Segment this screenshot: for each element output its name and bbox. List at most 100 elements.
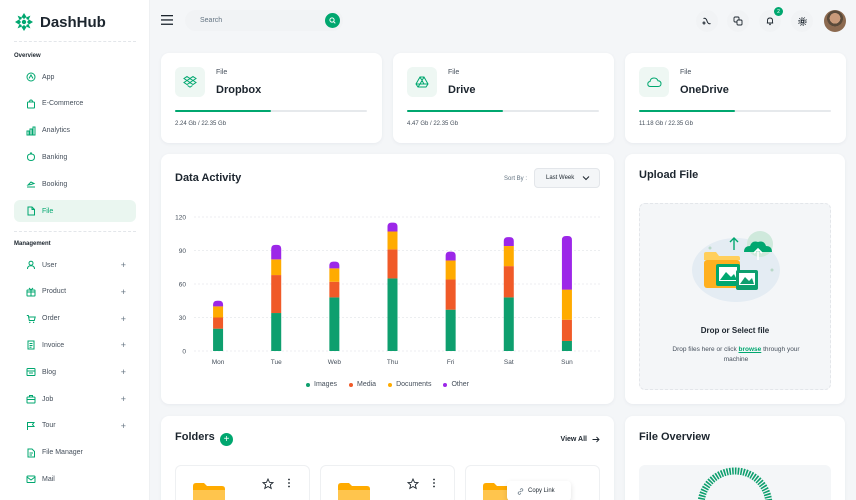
storage-progress	[407, 110, 599, 112]
expand-icon[interactable]: +	[121, 340, 126, 350]
legend-item: Media	[348, 381, 376, 388]
translate-button[interactable]	[696, 10, 718, 32]
storage-label: File	[680, 69, 692, 76]
onedrive-icon	[639, 67, 669, 97]
sidebar-item-banking[interactable]: Banking	[14, 146, 136, 168]
section-title-overview: Overview	[14, 53, 41, 59]
app-name: DashHub	[40, 13, 106, 31]
legend-label: Other	[451, 381, 469, 388]
divider	[14, 41, 136, 42]
bar-segment	[561, 340, 572, 351]
settings-button[interactable]	[791, 10, 813, 32]
sidebar-item-invoice[interactable]: Invoice +	[14, 334, 136, 356]
sidebar-item-label: User	[42, 261, 57, 269]
x-tick-label: Tue	[271, 359, 282, 366]
expand-icon[interactable]: +	[121, 421, 126, 431]
folder-card[interactable]	[320, 465, 455, 500]
sidebar-item-e-commerce[interactable]: E-Commerce	[14, 93, 136, 115]
sidebar-item-order[interactable]: Order +	[14, 308, 136, 330]
storage-progress-fill	[407, 110, 503, 112]
search-button[interactable]	[325, 13, 340, 28]
expand-icon[interactable]: +	[121, 394, 126, 404]
star-icon[interactable]	[407, 478, 419, 490]
sidebar-item-user[interactable]: User +	[14, 254, 136, 276]
bar-segment	[213, 306, 224, 318]
add-folder-button[interactable]: +	[220, 433, 233, 446]
storage-card-dropbox[interactable]: File Dropbox 2.24 Gb / 22.35 Gb	[161, 53, 382, 143]
language-button[interactable]	[727, 10, 749, 32]
sidebar-item-analytics[interactable]: Analytics	[14, 120, 136, 142]
notification-badge: 2	[774, 7, 783, 16]
dropzone[interactable]: Drop or Select file Drop files here or c…	[639, 203, 831, 390]
sidebar-item-file-manager[interactable]: File Manager	[14, 442, 136, 464]
view-all-link[interactable]: View All	[561, 436, 600, 443]
sidebar-item-booking[interactable]: Booking	[14, 173, 136, 195]
avatar[interactable]	[824, 10, 846, 32]
upload-card: Upload File Drop or Select file Drop fil…	[625, 154, 845, 404]
mail-icon	[26, 474, 36, 484]
activity-chart: 0 30 60 90 120 Mon Tue Web Thu Fri Sat Sun	[175, 215, 601, 366]
sidebar-item-blog[interactable]: Blog +	[14, 361, 136, 383]
storage-usage: 11.18 Gb / 22.35 Gb	[639, 121, 693, 127]
search-input[interactable]: Search	[200, 17, 222, 24]
x-tick-label: Thu	[387, 359, 399, 366]
legend-item: Documents	[388, 381, 431, 388]
expand-icon[interactable]: +	[121, 367, 126, 377]
product-icon	[26, 287, 36, 297]
search-bar[interactable]: Search	[185, 10, 343, 31]
more-icon[interactable]	[287, 478, 291, 488]
storage-card-drive[interactable]: File Drive 4.47 Gb / 22.35 Gb	[393, 53, 614, 143]
invoice-icon	[26, 340, 36, 350]
folder-card[interactable]	[175, 465, 310, 500]
bar-segment	[561, 235, 572, 290]
booking-icon	[26, 179, 36, 189]
bar-segment	[213, 328, 224, 351]
file-icon	[26, 206, 36, 216]
drop-instructions: Drop files here or click browse through …	[660, 345, 812, 365]
legend-item: Images	[306, 381, 337, 388]
bar-segment	[445, 279, 456, 310]
bar-segment	[271, 313, 282, 351]
sidebar-item-file[interactable]: File	[14, 200, 136, 222]
storage-progress	[639, 110, 831, 112]
data-activity-card: Data Activity Sort By : Last Week 0 30 60 9…	[161, 154, 614, 404]
sidebar-item-label: E-Commerce	[42, 100, 84, 108]
sidebar-item-tour[interactable]: Tour +	[14, 415, 136, 437]
sidebar-item-label: File	[42, 207, 54, 215]
upload-title: Upload File	[639, 169, 699, 181]
bar-segment	[445, 309, 456, 351]
x-tick-label: Fri	[447, 359, 455, 366]
more-icon[interactable]	[432, 478, 436, 488]
arrow-right-icon	[592, 436, 600, 443]
browse-link[interactable]: browse	[739, 346, 762, 353]
sidebar-item-label: File Manager	[42, 449, 83, 457]
notifications-button[interactable]: 2	[759, 7, 783, 32]
storage-progress	[175, 110, 367, 112]
expand-icon[interactable]: +	[121, 260, 126, 270]
expand-icon[interactable]: +	[121, 314, 126, 324]
sidebar-item-mail[interactable]: Mail	[14, 468, 136, 490]
menu-icon[interactable]	[161, 15, 173, 25]
bar-segment	[387, 278, 398, 351]
sidebar-item-app[interactable]: App	[14, 66, 136, 88]
star-icon[interactable]	[262, 478, 274, 490]
sidebar-item-product[interactable]: Product +	[14, 281, 136, 303]
storage-name: OneDrive	[680, 84, 729, 96]
storage-name: Drive	[448, 84, 476, 96]
copy-link-menu-item[interactable]: Copy Link	[507, 481, 571, 500]
user-icon	[26, 260, 36, 270]
bar-segment	[387, 249, 398, 279]
translate-icon	[702, 17, 711, 25]
folders-title: Folders	[175, 431, 215, 443]
bar-segment	[271, 244, 282, 260]
storage-card-onedrive[interactable]: File OneDrive 11.18 Gb / 22.35 Gb	[625, 53, 846, 143]
logo[interactable]: DashHub	[14, 12, 106, 32]
logo-icon	[15, 13, 33, 31]
google-drive-icon	[407, 67, 437, 97]
link-icon	[517, 487, 524, 495]
expand-icon[interactable]: +	[121, 287, 126, 297]
bar-segment	[561, 319, 572, 341]
sidebar-item-label: App	[42, 73, 55, 81]
sidebar-item-job[interactable]: Job +	[14, 388, 136, 410]
bar-segment	[271, 259, 282, 276]
